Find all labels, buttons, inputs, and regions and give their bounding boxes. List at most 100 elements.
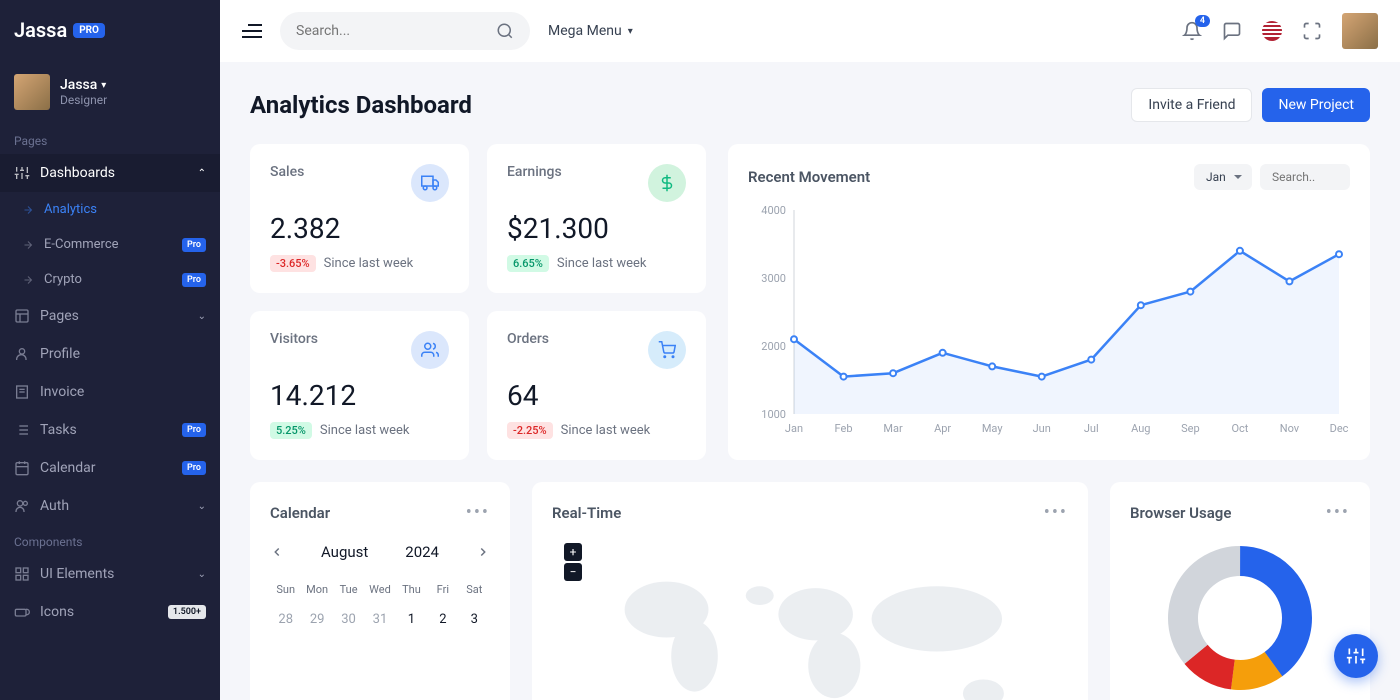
avatar <box>14 74 50 110</box>
calendar-day-name: Sat <box>459 577 490 602</box>
fullscreen-button[interactable] <box>1302 21 1322 41</box>
subnav-ecommerce[interactable]: E-Commerce Pro <box>0 227 220 262</box>
search-input[interactable] <box>296 23 496 39</box>
stat-title: Sales <box>270 164 304 180</box>
calendar-month: August <box>321 543 368 561</box>
calendar-day[interactable]: 31 <box>364 602 395 637</box>
search-box[interactable] <box>280 12 530 50</box>
profile-block[interactable]: Jassa▾ Designer <box>0 60 220 124</box>
calendar-year: 2024 <box>405 543 439 561</box>
more-icon[interactable]: ••• <box>466 502 490 523</box>
calendar-day-name: Wed <box>364 577 395 602</box>
svg-text:Oct: Oct <box>1231 422 1248 435</box>
nav-ui-elements[interactable]: UI Elements ⌄ <box>0 555 220 593</box>
locale-flag[interactable] <box>1262 21 1282 41</box>
menu-toggle[interactable] <box>242 24 262 38</box>
stat-earnings: Earnings $21.300 6.65%Since last week <box>487 144 706 293</box>
zoom-in-button[interactable]: + <box>564 543 582 561</box>
chevron-down-icon: ⌄ <box>198 311 206 322</box>
nav-ui-elements-label: UI Elements <box>40 566 114 582</box>
more-icon[interactable]: ••• <box>1326 502 1350 523</box>
cart-icon <box>648 331 686 369</box>
notifications-button[interactable]: 4 <box>1182 21 1202 41</box>
notif-count: 4 <box>1195 15 1210 27</box>
stat-pct: 6.65% <box>507 255 549 272</box>
settings-fab[interactable] <box>1334 634 1378 678</box>
svg-text:Mar: Mar <box>883 422 903 435</box>
pro-badge: Pro <box>182 461 206 475</box>
nav-calendar-label: Calendar <box>40 460 96 476</box>
section-pages: Pages <box>0 124 220 154</box>
brand-badge: PRO <box>73 23 105 38</box>
chart-search-input[interactable] <box>1260 164 1350 190</box>
arrow-right-icon <box>22 204 34 216</box>
calendar-day[interactable]: 1 <box>396 602 427 637</box>
svg-text:Nov: Nov <box>1280 422 1300 435</box>
nav-pages[interactable]: Pages ⌄ <box>0 297 220 335</box>
svg-text:May: May <box>982 422 1004 435</box>
chevron-down-icon: ▾ <box>628 26 633 37</box>
calendar-day[interactable]: 28 <box>270 602 301 637</box>
next-month-button[interactable] <box>476 545 490 559</box>
layout-icon <box>14 308 30 324</box>
calendar-day[interactable]: 29 <box>301 602 332 637</box>
dollar-icon <box>648 164 686 202</box>
calendar-day-name: Thu <box>396 577 427 602</box>
invite-friend-button[interactable]: Invite a Friend <box>1131 88 1252 122</box>
chevron-up-icon: ⌃ <box>198 168 206 179</box>
stat-value: 64 <box>507 379 686 412</box>
user-avatar[interactable] <box>1342 13 1378 49</box>
sliders-icon <box>14 165 30 181</box>
nav-pages-label: Pages <box>40 308 79 324</box>
nav-tasks[interactable]: Tasks Pro <box>0 411 220 449</box>
brand[interactable]: Jassa PRO <box>0 0 220 60</box>
nav-invoice[interactable]: Invoice <box>0 373 220 411</box>
calendar-day-name: Mon <box>301 577 332 602</box>
stat-pct: -2.25% <box>507 422 553 439</box>
stat-title: Orders <box>507 331 549 347</box>
chevron-down-icon: ⌄ <box>198 569 206 580</box>
calendar-title: Calendar <box>270 504 330 522</box>
nav-dashboards[interactable]: Dashboards ⌃ <box>0 154 220 192</box>
calendar-day[interactable]: 30 <box>333 602 364 637</box>
subnav-crypto[interactable]: Crypto Pro <box>0 262 220 297</box>
subnav-analytics[interactable]: Analytics <box>0 192 220 227</box>
calendar-day[interactable]: 3 <box>459 602 490 637</box>
nav-auth[interactable]: Auth ⌄ <box>0 487 220 525</box>
realtime-card: Real-Time ••• + − <box>532 482 1088 700</box>
nav-calendar[interactable]: Calendar Pro <box>0 449 220 487</box>
topbar: Mega Menu ▾ 4 <box>220 0 1400 62</box>
zoom-out-button[interactable]: − <box>564 563 582 581</box>
calendar-day[interactable]: 2 <box>427 602 458 637</box>
stat-since: Since last week <box>561 423 651 438</box>
user-icon <box>14 346 30 362</box>
stat-value: $21.300 <box>507 212 686 245</box>
stat-since: Since last week <box>557 256 647 271</box>
subnav-crypto-label: Crypto <box>44 272 82 287</box>
mega-menu[interactable]: Mega Menu ▾ <box>548 23 633 39</box>
stat-sales: Sales 2.382 -3.65%Since last week <box>250 144 469 293</box>
calendar-icon <box>14 460 30 476</box>
nav-profile-label: Profile <box>40 346 80 362</box>
message-icon <box>1222 21 1242 41</box>
donut-chart <box>1165 543 1315 693</box>
new-project-button[interactable]: New Project <box>1262 88 1370 122</box>
subnav-ecommerce-label: E-Commerce <box>44 237 119 252</box>
prev-month-button[interactable] <box>270 545 284 559</box>
sliders-icon <box>1346 646 1366 666</box>
line-chart: 1000200030004000JanFebMarAprMayJunJulAug… <box>748 200 1350 440</box>
more-icon[interactable]: ••• <box>1044 502 1068 523</box>
messages-button[interactable] <box>1222 21 1242 41</box>
nav-invoice-label: Invoice <box>40 384 84 400</box>
svg-text:Jun: Jun <box>1033 422 1051 435</box>
page-title: Analytics Dashboard <box>250 91 472 119</box>
month-select[interactable]: Jan <box>1194 164 1252 190</box>
svg-text:Feb: Feb <box>835 422 853 435</box>
stat-since: Since last week <box>320 423 410 438</box>
svg-text:1000: 1000 <box>761 408 786 421</box>
calendar-day-name: Fri <box>427 577 458 602</box>
search-icon <box>496 22 514 40</box>
subnav-analytics-label: Analytics <box>44 202 97 217</box>
nav-profile[interactable]: Profile <box>0 335 220 373</box>
nav-icons[interactable]: Icons 1.500+ <box>0 593 220 631</box>
